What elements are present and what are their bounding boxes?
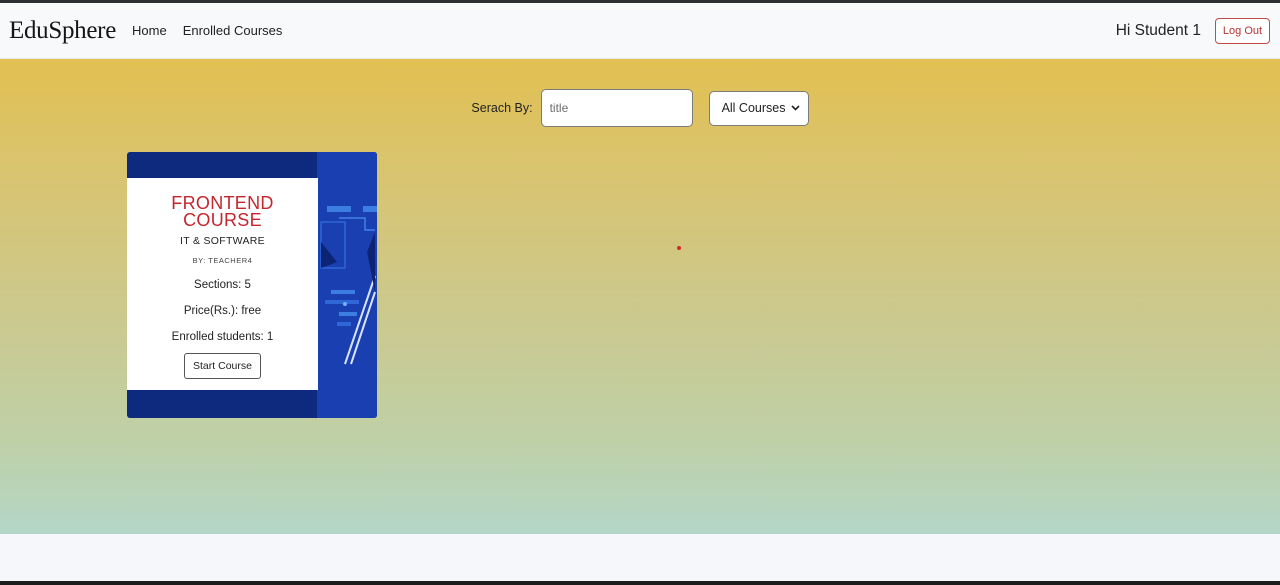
course-card-info: FRONTEND COURSE IT & SOFTWARE BY: TEACHE… [127, 178, 318, 390]
course-price: Price(Rs.): free [183, 305, 262, 317]
navbar: EduSphere Home Enrolled Courses Hi Stude… [0, 3, 1280, 59]
logout-button[interactable]: Log Out [1215, 17, 1270, 44]
nav-link-enrolled-courses[interactable]: Enrolled Courses [183, 23, 283, 38]
brand-logo[interactable]: EduSphere [9, 17, 116, 45]
course-enrolled-count: Enrolled students: 1 [171, 331, 274, 343]
course-sections: Sections: 5 [194, 279, 251, 291]
footer [0, 534, 1280, 581]
start-course-button[interactable]: Start Course [184, 353, 261, 379]
search-bar: Serach By: All Courses [0, 89, 1280, 127]
course-title-line-2: COURSE [183, 210, 262, 230]
window-bottom-border [0, 581, 1280, 585]
search-input[interactable] [540, 89, 693, 127]
course-card: FRONTEND COURSE IT & SOFTWARE BY: TEACHE… [127, 152, 377, 418]
main-content: Serach By: All Courses [0, 59, 1280, 534]
nav-link-home[interactable]: Home [132, 23, 167, 38]
course-category: IT & SOFTWARE [180, 235, 265, 247]
course-card-image [317, 152, 377, 418]
course-author: BY: TEACHER4 [192, 256, 253, 265]
course-title: FRONTEND COURSE [127, 194, 318, 230]
user-greeting: Hi Student 1 [1115, 21, 1201, 39]
course-filter-value: All Courses [721, 101, 786, 115]
course-filter-select[interactable]: All Courses [708, 90, 809, 126]
search-label: Serach By: [471, 101, 533, 115]
chevron-down-icon [790, 103, 800, 114]
cursor-dot [677, 246, 681, 250]
